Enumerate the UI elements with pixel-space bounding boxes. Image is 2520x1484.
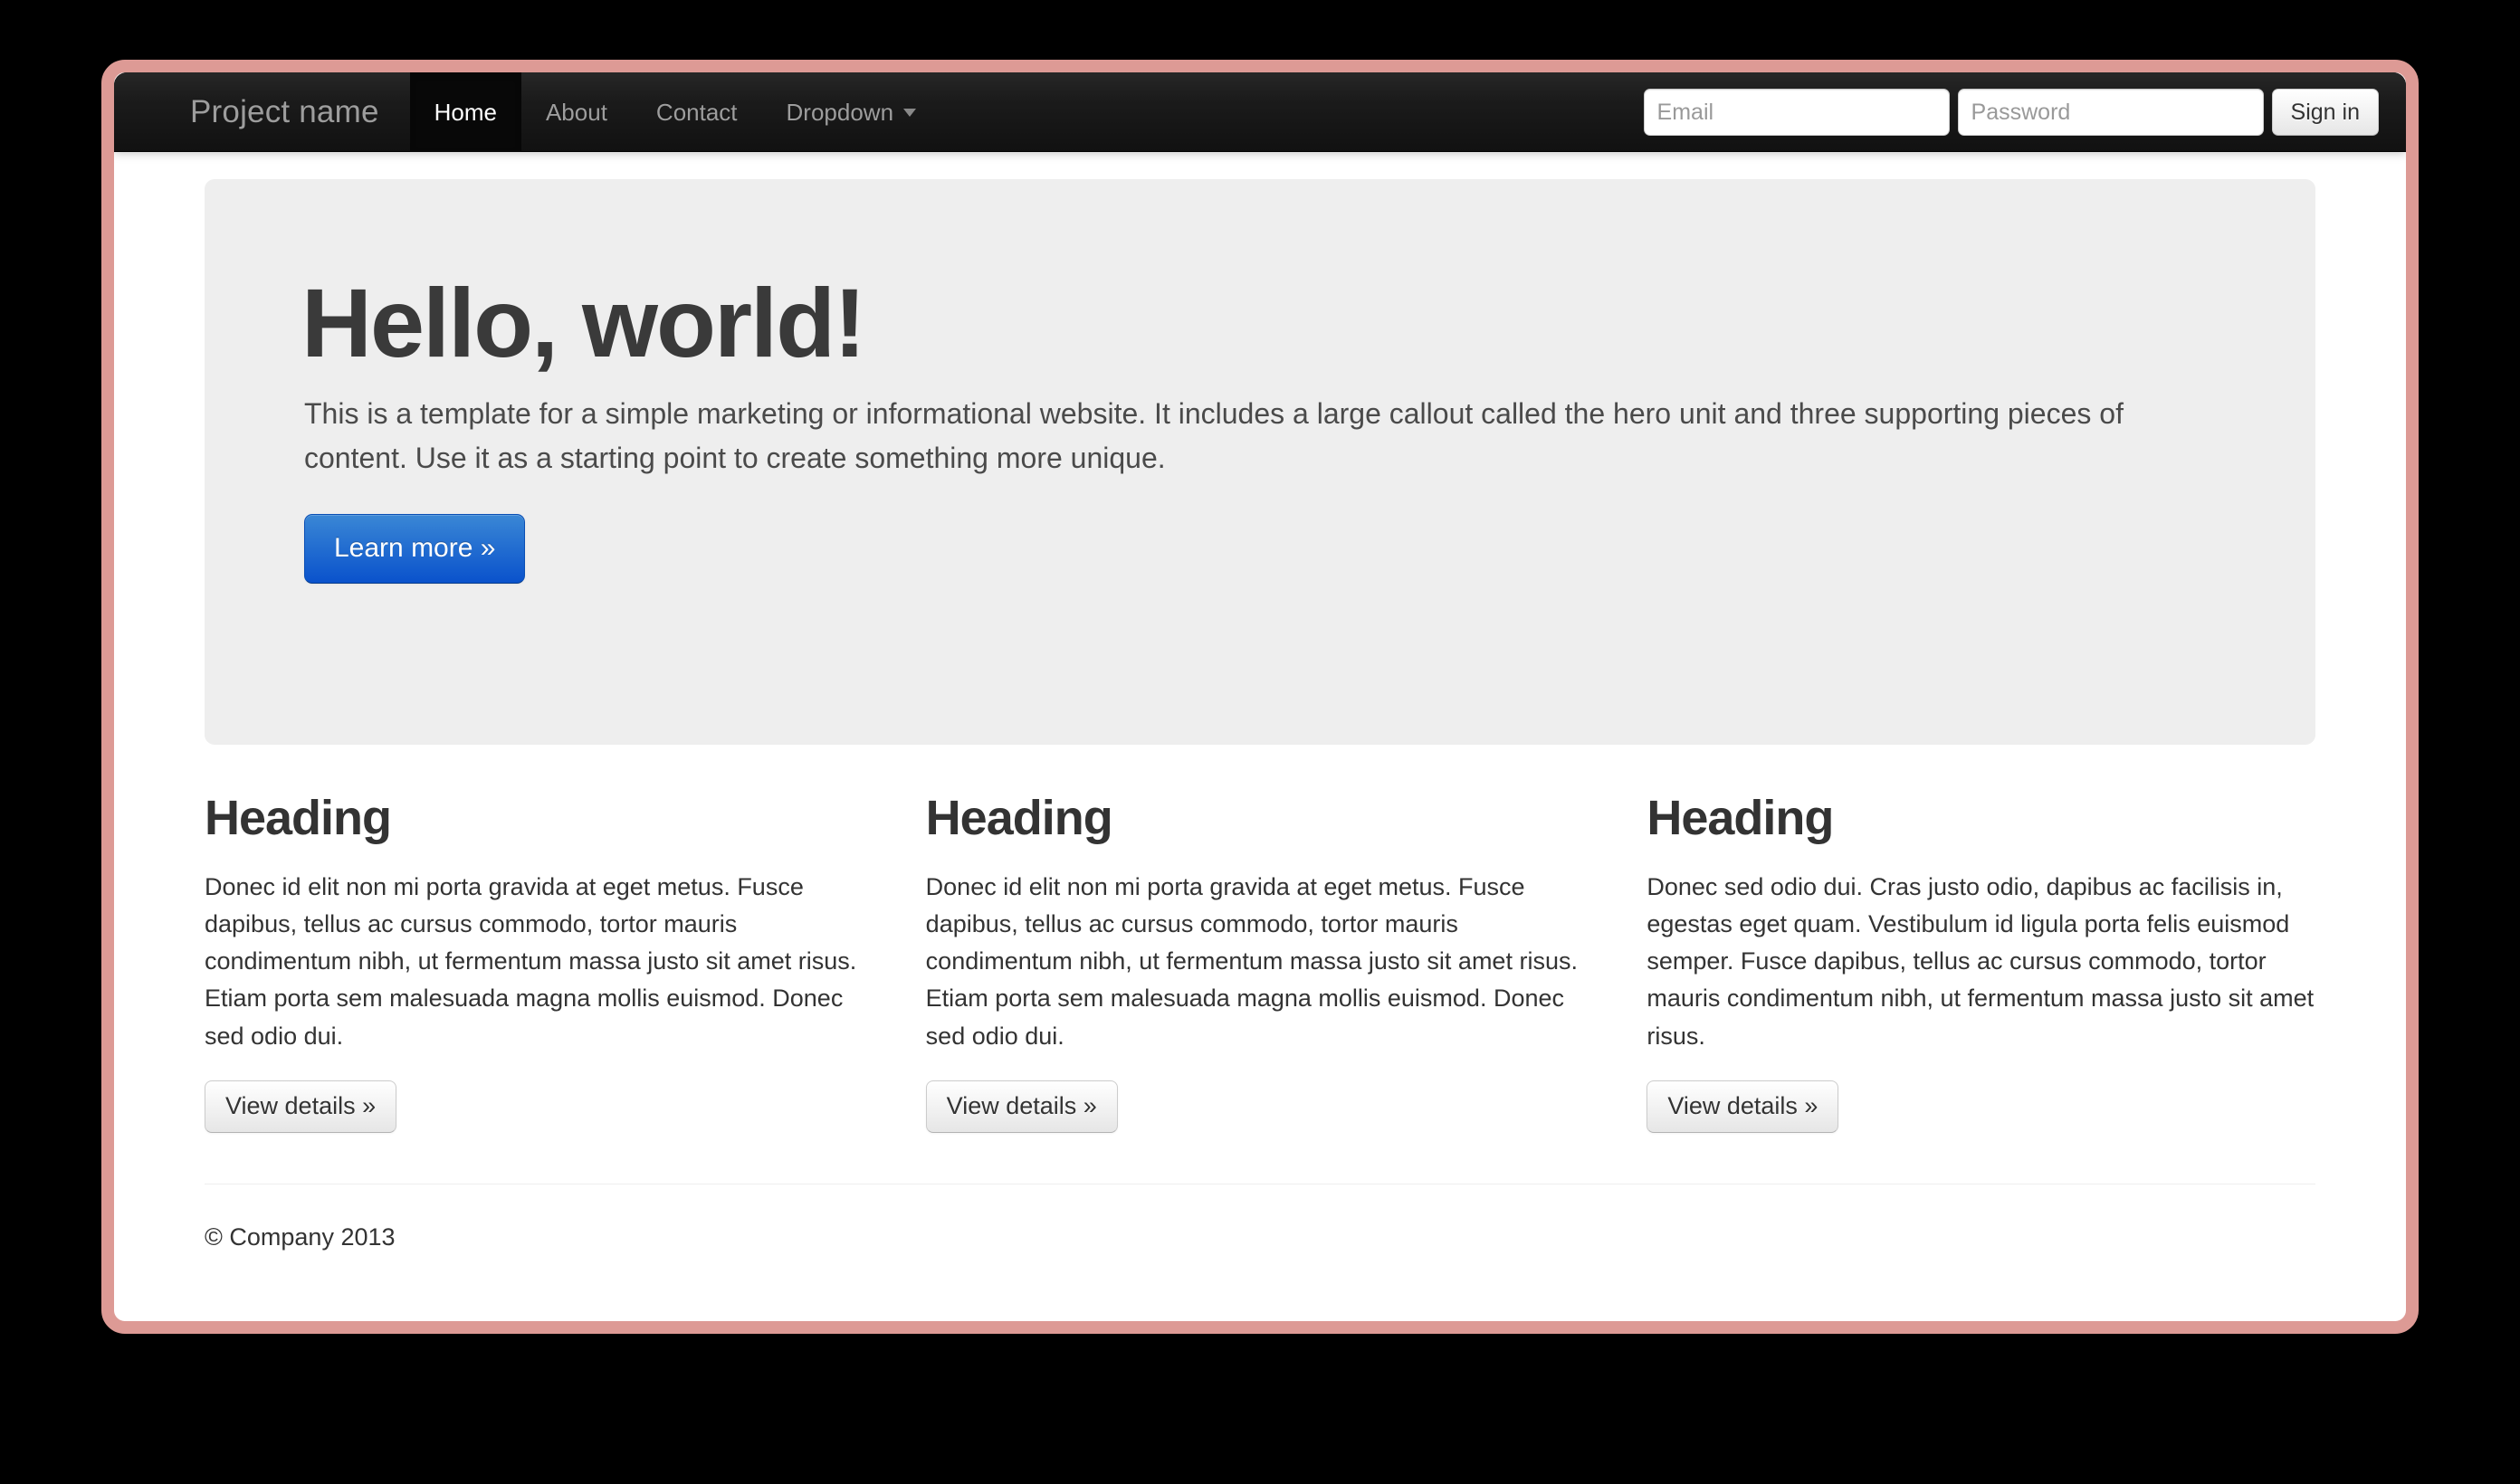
nav-item-dropdown[interactable]: Dropdown bbox=[762, 72, 941, 152]
feature-body: Donec id elit non mi porta gravida at eg… bbox=[205, 873, 857, 1050]
brand-link[interactable]: Project name bbox=[114, 72, 410, 152]
view-details-button-2[interactable]: View details » bbox=[925, 1080, 1118, 1133]
page-root: Project name Home About Contact Dropdown bbox=[114, 72, 2406, 1321]
nav-link-dropdown[interactable]: Dropdown bbox=[762, 72, 941, 152]
nav-label-about: About bbox=[545, 99, 607, 126]
signin-button[interactable]: Sign in bbox=[2271, 89, 2379, 136]
feature-column-2: Heading Donec id elit non mi porta gravi… bbox=[925, 791, 1595, 1133]
page-title: Hello, world! bbox=[301, 268, 866, 377]
nav-link-contact[interactable]: Contact bbox=[632, 72, 762, 152]
signin-form: Sign in bbox=[1643, 72, 2379, 152]
feature-heading: Heading bbox=[205, 791, 392, 845]
feature-body: Donec sed odio dui. Cras justo odio, dap… bbox=[1647, 873, 2315, 1050]
hero-description: This is a template for a simple marketin… bbox=[304, 397, 2124, 474]
feature-heading: Heading bbox=[1647, 791, 1834, 845]
view-details-button-1[interactable]: View details » bbox=[205, 1080, 397, 1133]
chevron-down-icon bbox=[903, 108, 917, 117]
nav-label-contact: Contact bbox=[655, 99, 738, 126]
navbar: Project name Home About Contact Dropdown bbox=[114, 72, 2406, 152]
feature-heading: Heading bbox=[925, 791, 1113, 845]
feature-column-1: Heading Donec id elit non mi porta gravi… bbox=[205, 791, 873, 1133]
password-field[interactable] bbox=[1957, 89, 2264, 136]
page-footer: © Company 2013 bbox=[205, 1183, 2315, 1256]
feature-body: Donec id elit non mi porta gravida at eg… bbox=[925, 873, 1578, 1050]
feature-column-3: Heading Donec sed odio dui. Cras justo o… bbox=[1647, 791, 2315, 1133]
copyright-text: © Company 2013 bbox=[205, 1222, 396, 1251]
browser-window-frame: Project name Home About Contact Dropdown bbox=[101, 60, 2419, 1334]
learn-more-button[interactable]: Learn more » bbox=[304, 514, 526, 585]
hero-unit: Hello, world! This is a template for a s… bbox=[205, 179, 2315, 745]
navbar-inner: Project name Home About Contact Dropdown bbox=[114, 72, 2406, 152]
nav-link-home[interactable]: Home bbox=[409, 72, 521, 152]
nav-item-home[interactable]: Home bbox=[409, 72, 521, 152]
feature-row: Heading Donec id elit non mi porta gravi… bbox=[205, 791, 2315, 1133]
email-field[interactable] bbox=[1643, 89, 1950, 136]
nav-item-about[interactable]: About bbox=[521, 72, 632, 152]
primary-nav: Home About Contact Dropdown bbox=[409, 72, 941, 152]
nav-label-dropdown: Dropdown bbox=[786, 99, 894, 126]
main-container: Hello, world! This is a template for a s… bbox=[205, 179, 2315, 1255]
nav-label-home: Home bbox=[434, 99, 497, 126]
nav-link-about[interactable]: About bbox=[521, 72, 632, 152]
nav-item-contact[interactable]: Contact bbox=[632, 72, 762, 152]
view-details-button-3[interactable]: View details » bbox=[1647, 1080, 1839, 1133]
